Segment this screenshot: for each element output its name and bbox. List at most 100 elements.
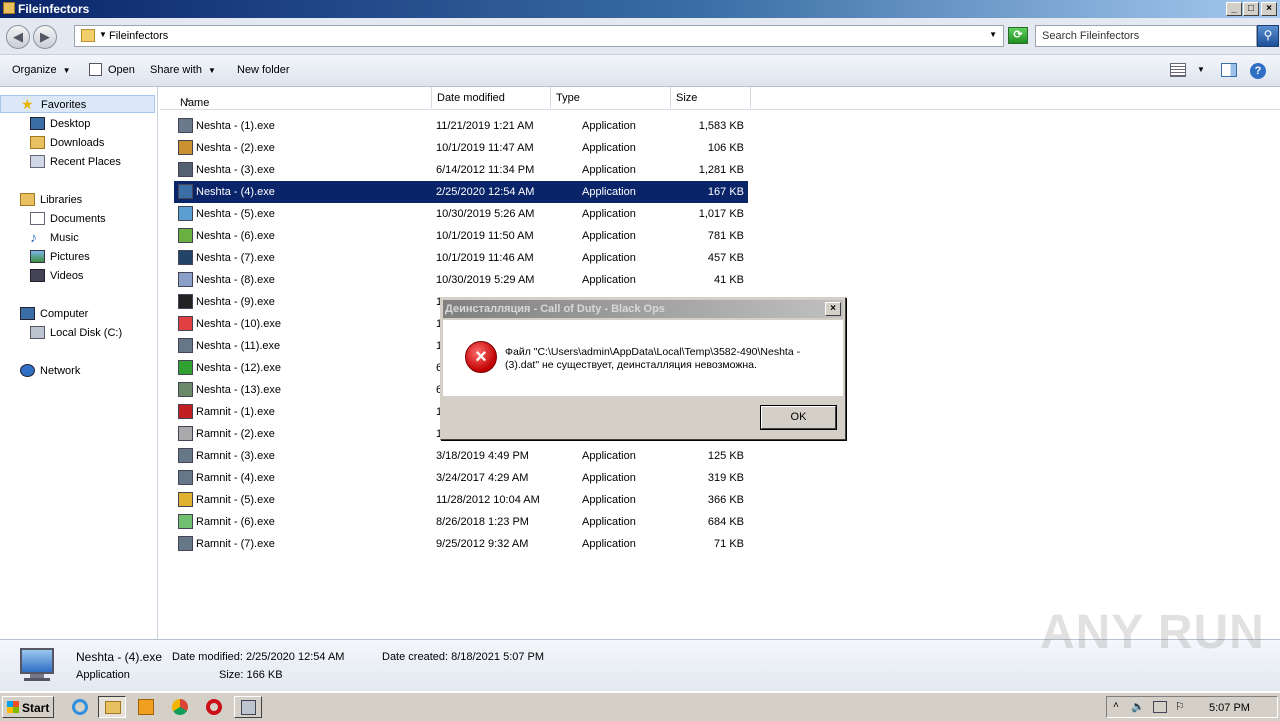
media-player-icon[interactable] — [132, 696, 160, 718]
column-header: Name ▲ Date modified Type Size — [160, 87, 1280, 110]
organize-button[interactable]: Organize ▼ — [12, 64, 71, 76]
volume-icon[interactable]: 🔈 — [1131, 700, 1145, 713]
new-folder-button[interactable]: New folder — [237, 64, 290, 76]
close-button[interactable]: × — [1261, 2, 1277, 16]
sidebar-item-favorites[interactable]: ★ Favorites — [0, 95, 155, 113]
file-row[interactable]: Neshta - (4).exe 2/25/2020 12:54 AM Applic… — [174, 181, 748, 203]
file-size: 1,017 KB — [698, 208, 744, 220]
file-name: Ramnit - (1).exe — [196, 406, 275, 418]
view-options-icon[interactable] — [1170, 63, 1186, 77]
application-icon — [178, 448, 193, 463]
minimize-button[interactable]: _ — [1226, 2, 1242, 16]
file-row[interactable]: Ramnit - (6).exe 8/26/2018 1:23 PM Applica… — [174, 511, 748, 533]
ok-button[interactable]: OK — [761, 406, 836, 429]
dialog-close-button[interactable]: × — [825, 302, 841, 316]
file-row[interactable]: Neshta - (7).exe 10/1/2019 11:46 AM Applic… — [174, 247, 748, 269]
application-icon — [178, 316, 193, 331]
action-center-flag-icon[interactable]: ⚐ — [1175, 700, 1185, 713]
file-name: Neshta - (10).exe — [196, 318, 281, 330]
file-name: Ramnit - (5).exe — [196, 494, 275, 506]
sidebar-item-label: Local Disk (C:) — [50, 327, 123, 339]
open-button[interactable]: Open — [108, 64, 135, 76]
breadcrumb[interactable]: Fileinfectors — [109, 30, 168, 42]
column-size[interactable]: Size — [671, 87, 751, 108]
sidebar-item-music[interactable]: ♪ Music — [0, 229, 155, 247]
sidebar-item-pictures[interactable]: Pictures — [0, 248, 155, 266]
file-name: Ramnit - (6).exe — [196, 516, 275, 528]
details-size: Size: 166 KB — [219, 669, 283, 681]
file-row[interactable]: Ramnit - (4).exe 3/24/2017 4:29 AM Applica… — [174, 467, 748, 489]
internet-explorer-icon[interactable] — [66, 696, 94, 718]
file-type: Application — [582, 274, 636, 286]
sidebar-item-documents[interactable]: Documents — [0, 210, 155, 228]
forward-button[interactable]: ▶ — [33, 25, 57, 49]
start-label: Start — [22, 701, 50, 715]
desktop-icon — [30, 117, 45, 130]
file-name: Neshta - (12).exe — [196, 362, 281, 374]
help-icon[interactable]: ? — [1250, 63, 1266, 79]
preview-pane-icon[interactable] — [1221, 63, 1237, 77]
opera-icon[interactable] — [200, 696, 228, 718]
back-button[interactable]: ◀ — [6, 25, 30, 49]
explorer-taskbar-button[interactable] — [98, 696, 126, 718]
chrome-icon[interactable] — [166, 696, 194, 718]
search-placeholder: Search Fileinfectors — [1042, 30, 1140, 42]
sidebar-item-computer[interactable]: Computer — [0, 305, 155, 323]
documents-icon — [30, 212, 45, 225]
file-size: 106 KB — [707, 142, 744, 154]
open-icon — [89, 63, 102, 76]
file-type: Application — [582, 538, 636, 550]
computer-icon — [20, 307, 35, 320]
chevron-down-icon[interactable]: ▼ — [1197, 65, 1205, 74]
file-type: Application — [582, 164, 636, 176]
application-icon — [178, 360, 193, 375]
installer-taskbar-button[interactable] — [234, 696, 262, 718]
network-tray-icon[interactable] — [1153, 701, 1167, 713]
search-input[interactable]: Search Fileinfectors — [1035, 25, 1257, 47]
start-button[interactable]: Start — [2, 696, 54, 718]
file-row[interactable]: Neshta - (6).exe 10/1/2019 11:50 AM Applic… — [174, 225, 748, 247]
sidebar-item-recent-places[interactable]: Recent Places — [0, 153, 155, 171]
maximize-button[interactable]: □ — [1243, 2, 1259, 16]
downloads-icon — [30, 136, 45, 149]
file-name: Neshta - (9).exe — [196, 296, 275, 308]
show-hidden-icons-icon[interactable]: ˄ — [1113, 700, 1119, 711]
breadcrumb-arrow-icon[interactable]: ▼ — [99, 30, 107, 39]
folder-icon — [3, 2, 15, 14]
search-icon[interactable]: ⚲ — [1257, 25, 1279, 47]
clock[interactable]: 5:07 PM — [1209, 702, 1250, 714]
file-row[interactable]: Neshta - (5).exe 10/30/2019 5:26 AM Applic… — [174, 203, 748, 225]
file-date-modified: 3/18/2019 4:49 PM — [436, 450, 529, 462]
file-type: Application — [582, 230, 636, 242]
file-row[interactable]: Ramnit - (3).exe 3/18/2019 4:49 PM Applica… — [174, 445, 748, 467]
column-type[interactable]: Type — [551, 87, 671, 108]
file-row[interactable]: Ramnit - (7).exe 9/25/2012 9:32 AM Applica… — [174, 533, 748, 555]
refresh-button[interactable]: ⟳ — [1008, 27, 1028, 44]
sidebar-item-desktop[interactable]: Desktop — [0, 115, 155, 133]
file-size: 1,583 KB — [698, 120, 744, 132]
file-size: 319 KB — [707, 472, 744, 484]
sidebar-item-libraries[interactable]: Libraries — [0, 191, 155, 209]
windows-logo-icon — [7, 701, 19, 713]
file-name: Neshta - (5).exe — [196, 208, 275, 220]
column-date-modified[interactable]: Date modified — [432, 87, 551, 108]
file-name: Neshta - (7).exe — [196, 252, 275, 264]
file-row[interactable]: Neshta - (1).exe 11/21/2019 1:21 AM Applic… — [174, 115, 748, 137]
sidebar-item-local-disk[interactable]: Local Disk (C:) — [0, 324, 155, 342]
file-type: Application — [582, 450, 636, 462]
watermark: ANY RUN — [1040, 606, 1265, 659]
file-row[interactable]: Neshta - (8).exe 10/30/2019 5:29 AM Applic… — [174, 269, 748, 291]
file-row[interactable]: Ramnit - (5).exe 11/28/2012 10:04 AM Appli… — [174, 489, 748, 511]
column-name[interactable]: Name ▲ — [170, 87, 432, 109]
sidebar-item-network[interactable]: Network — [0, 362, 155, 380]
chevron-down-icon[interactable]: ▼ — [989, 30, 997, 39]
sidebar-item-videos[interactable]: Videos — [0, 267, 155, 285]
file-row[interactable]: Neshta - (3).exe 6/14/2012 11:34 PM Applic… — [174, 159, 748, 181]
address-bar[interactable]: ▼ Fileinfectors ▼ — [74, 25, 1004, 47]
sidebar-item-downloads[interactable]: Downloads — [0, 134, 155, 152]
address-row: ◀ ▶ ▼ Fileinfectors ▼ ⟳ Search Fileinfec… — [0, 18, 1280, 55]
file-row[interactable]: Neshta - (2).exe 10/1/2019 11:47 AM Applic… — [174, 137, 748, 159]
share-with-button[interactable]: Share with ▼ — [150, 64, 216, 76]
network-icon — [20, 364, 35, 377]
file-type: Application — [582, 472, 636, 484]
